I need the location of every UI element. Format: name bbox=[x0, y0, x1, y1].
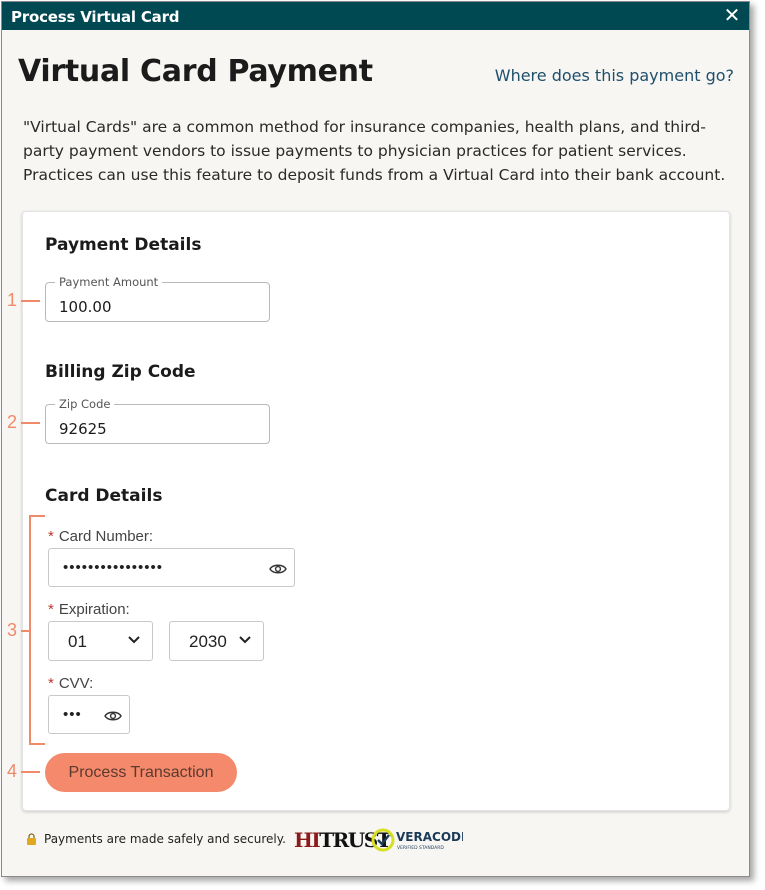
window-title: Process Virtual Card bbox=[11, 8, 180, 26]
intro-text: "Virtual Cards" are a common method for … bbox=[23, 118, 726, 184]
zip-code-input[interactable] bbox=[46, 405, 269, 443]
footer: Payments are made safely and securely. H… bbox=[26, 828, 526, 852]
chevron-down-icon bbox=[128, 636, 140, 644]
annotation-3: 3 bbox=[7, 620, 18, 640]
process-transaction-button[interactable]: Process Transaction bbox=[45, 753, 237, 792]
veracode-check-icon bbox=[377, 834, 390, 846]
annotation-3-bracket-bottom bbox=[29, 743, 45, 745]
card-number-label: * Card Number: bbox=[48, 528, 153, 545]
exp-month-value: 01 bbox=[68, 632, 87, 651]
required-mark: * bbox=[48, 675, 54, 692]
card-number-label-text: Card Number: bbox=[58, 528, 154, 545]
annotation-1: 1 bbox=[7, 290, 18, 310]
annotation-1-line bbox=[21, 300, 40, 302]
exp-year-value: 2030 bbox=[189, 632, 227, 651]
veracode-logo: VERACODE VERIFIED STANDARD bbox=[371, 828, 463, 852]
cvv-field[interactable] bbox=[48, 695, 130, 734]
billing-zip-heading: Billing Zip Code bbox=[45, 362, 196, 382]
cvv-label: * CVV: bbox=[48, 675, 93, 692]
secure-payments-text: Payments are made safely and securely. bbox=[44, 832, 286, 846]
cvv-input[interactable] bbox=[49, 696, 99, 733]
zip-code-field[interactable]: Zip Code bbox=[45, 397, 270, 444]
exp-year-select[interactable]: 2030 bbox=[169, 621, 264, 661]
required-mark: * bbox=[48, 528, 54, 545]
required-mark: * bbox=[48, 601, 54, 618]
eye-icon[interactable] bbox=[269, 563, 287, 575]
eye-icon[interactable] bbox=[104, 710, 122, 722]
payment-amount-field[interactable]: Payment Amount bbox=[45, 275, 270, 322]
annotation-3-bracket bbox=[29, 515, 31, 745]
lock-icon bbox=[27, 833, 36, 845]
annotation-3-line bbox=[21, 630, 29, 632]
where-payment-goes-link[interactable]: Where does this payment go? bbox=[495, 66, 734, 85]
veracode-name: VERACODE bbox=[396, 830, 463, 844]
card-details-heading: Card Details bbox=[45, 486, 163, 506]
annotation-3-bracket-top bbox=[29, 515, 45, 517]
exp-month-select[interactable]: 01 bbox=[48, 621, 153, 661]
chevron-down-icon bbox=[239, 636, 251, 644]
annotation-4: 4 bbox=[7, 761, 18, 781]
payment-amount-input[interactable] bbox=[46, 283, 269, 321]
cvv-label-text: CVV: bbox=[58, 675, 94, 692]
payment-details-heading: Payment Details bbox=[45, 235, 202, 255]
expiration-label: * Expiration: bbox=[48, 601, 130, 618]
titlebar: Process Virtual Card ✕ bbox=[2, 2, 749, 30]
annotation-4-line bbox=[21, 771, 40, 773]
close-icon[interactable]: ✕ bbox=[721, 5, 743, 27]
process-virtual-card-dialog: Process Virtual Card ✕ Virtual Card Paym… bbox=[1, 1, 750, 877]
expiration-label-text: Expiration: bbox=[58, 601, 130, 618]
card-number-field[interactable] bbox=[48, 548, 295, 587]
hitrust-hi: HI bbox=[294, 828, 321, 852]
annotation-2-line bbox=[21, 422, 40, 424]
card-number-input[interactable] bbox=[49, 549, 259, 586]
payment-form-card: Payment Details Payment Amount Billing Z… bbox=[22, 211, 730, 811]
veracode-sub: VERIFIED STANDARD bbox=[397, 845, 444, 851]
page-title: Virtual Card Payment bbox=[18, 54, 373, 89]
annotation-2: 2 bbox=[7, 412, 18, 432]
